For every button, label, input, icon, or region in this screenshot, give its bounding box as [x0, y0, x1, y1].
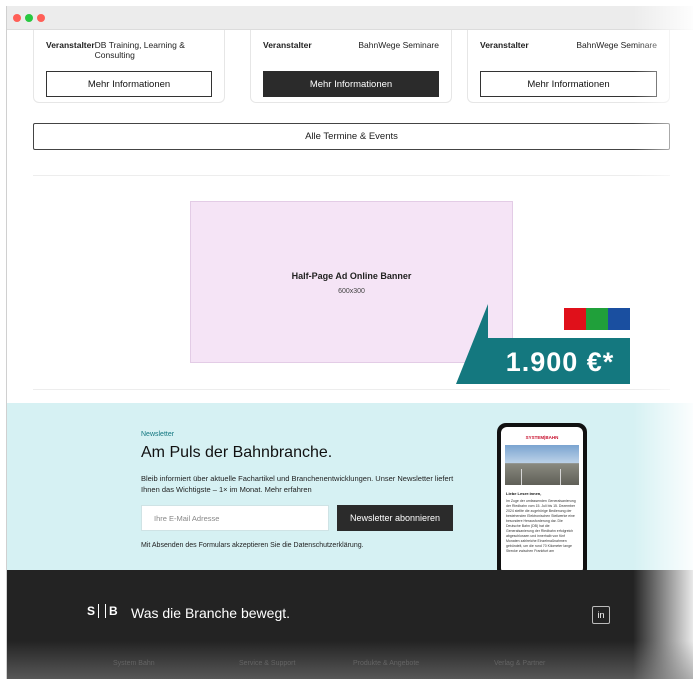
logo-letter-s: S — [87, 604, 96, 618]
logo-bar — [98, 604, 100, 618]
browser-frame: Veranstalter DB Training, Learning & Cons… — [6, 6, 693, 679]
event-organizer: BahnWege Seminare — [576, 40, 657, 50]
divider — [33, 389, 670, 390]
newsletter-kicker: Newsletter — [141, 431, 175, 438]
logo-bar — [105, 604, 107, 618]
ad-title: Half-Page Ad Online Banner — [291, 271, 412, 281]
phone-screen: SYSTEM|BAHN Liebe Leser:innen, Im Zuge d… — [501, 427, 583, 574]
site-logo[interactable]: S B — [87, 604, 118, 618]
newsletter-logo: SYSTEM|BAHN — [525, 435, 559, 440]
rail-track-icon — [521, 469, 561, 485]
maximize-dot[interactable] — [37, 14, 45, 22]
more-info-button[interactable]: Mehr Informationen — [480, 71, 657, 97]
divider — [33, 175, 670, 176]
phone-mockup: SYSTEM|BAHN Liebe Leser:innen, Im Zuge d… — [497, 423, 587, 578]
event-card: Veranstalter BahnWege Seminare Mehr Infor… — [467, 30, 670, 103]
footer-claim: Was die Branche bewegt. — [131, 605, 291, 621]
ad-size: 600x300 — [338, 288, 365, 295]
event-card: Veranstalter BahnWege Seminare Mehr Infor… — [250, 30, 452, 103]
window-titlebar — [7, 6, 693, 30]
newsletter-section: Newsletter Am Puls der Bahnbranche. Blei… — [7, 403, 693, 578]
more-info-button[interactable]: Mehr Informationen — [46, 71, 212, 97]
price-badge: 1.900 €* — [456, 304, 630, 384]
footer-link[interactable]: Produkte & Angebote — [353, 660, 419, 667]
linkedin-icon[interactable]: in — [592, 606, 610, 624]
site-footer: S B Was die Branche bewegt. in System Ba… — [7, 570, 693, 679]
event-organizer: BahnWege Seminare — [358, 40, 439, 50]
newsletter-text: Bleib informiert über aktuelle Fachartik… — [141, 474, 454, 494]
price-badge-pointer — [456, 304, 488, 384]
minimize-dot[interactable] — [25, 14, 33, 22]
email-input[interactable]: Ihre E-Mail Adresse — [141, 505, 329, 531]
event-label: Veranstalter — [480, 40, 529, 50]
more-info-button[interactable]: Mehr Informationen — [263, 71, 439, 97]
newsletter-body: Im Zuge der umfassenden Generalsanierung… — [506, 499, 576, 553]
event-label: Veranstalter — [46, 40, 95, 50]
privacy-note: Mit Absenden des Formulars akzeptieren S… — [141, 542, 364, 549]
event-organizer: DB Training, Learning & Consulting — [94, 40, 185, 60]
all-events-button[interactable]: Alle Termine & Events — [33, 123, 670, 150]
event-label: Veranstalter — [263, 40, 312, 50]
event-card: Veranstalter DB Training, Learning & Cons… — [33, 30, 225, 103]
logo-letter-b: B — [109, 604, 118, 618]
footer-link[interactable]: System Bahn — [113, 660, 155, 667]
newsletter-title: Am Puls der Bahnbranche. — [141, 444, 333, 461]
price-value: 1.900 €* — [505, 346, 615, 377]
subscribe-button[interactable]: Newsletter abonnieren — [337, 505, 453, 531]
footer-link[interactable]: Verlag & Partner — [494, 660, 545, 667]
footer-link[interactable]: Service & Support — [239, 660, 295, 667]
close-dot[interactable] — [13, 14, 21, 22]
newsletter-greeting: Liebe Leser:innen, — [506, 491, 542, 496]
